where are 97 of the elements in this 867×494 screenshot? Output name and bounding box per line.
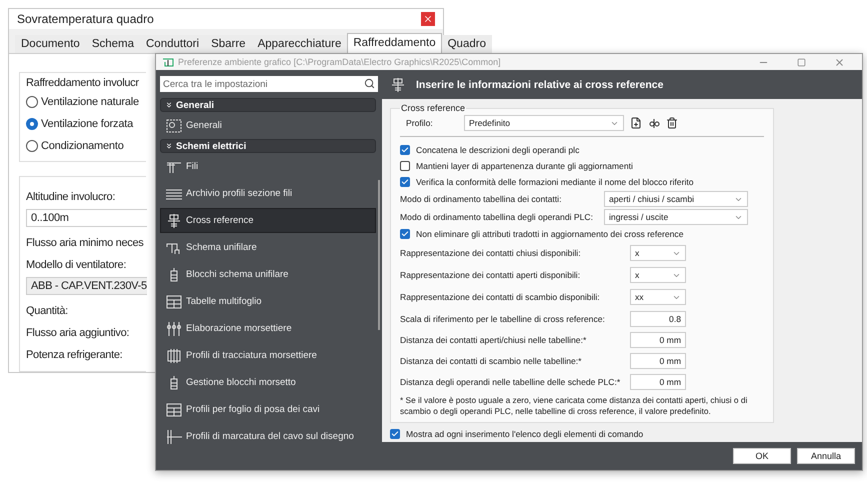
checkbox-label: Verifica la conformità delle formazioni mediante il nome del blocco riferito xyxy=(416,177,694,187)
cross-reference-icon xyxy=(390,78,406,92)
radio-button[interactable] xyxy=(26,140,38,152)
dropdown[interactable]: ingressi / uscite xyxy=(604,209,748,225)
radio-button[interactable] xyxy=(26,96,38,108)
field-label: Flusso aria minimo neces xyxy=(26,237,144,249)
checkbox[interactable] xyxy=(400,177,410,187)
close-icon xyxy=(834,56,844,68)
sidebar-item[interactable]: Profili per foglio di posa dei cavi xyxy=(160,397,376,422)
sidebar-item[interactable]: Profili di marcatura del cavo sul disegno xyxy=(160,424,376,449)
footnote: * Se il valore è posto uguale a zero, viene caricata come distanza dei contatti aperti, chiusi o di scambio o degli operandi PLC, nelle tabelline di cross reference, il valore predefinito. xyxy=(400,395,748,418)
radio-label: Ventilazione forzata xyxy=(41,118,134,130)
group-title: Raffreddamento involucr xyxy=(26,77,139,89)
tab[interactable]: Apparecchiature xyxy=(252,35,348,53)
field-label: Modello di ventilatore: xyxy=(26,259,126,271)
input-field[interactable]: 0 mm xyxy=(630,374,686,390)
sidebar-item[interactable]: Gestione blocchi morsetto xyxy=(160,370,376,395)
ok-button[interactable]: OK xyxy=(733,448,791,464)
field-label: Distanza dei contatti aperti/chiusi nelle tabelline:* xyxy=(400,334,588,344)
cable-icon xyxy=(166,430,182,444)
maximize-icon xyxy=(796,58,806,66)
tab[interactable]: Documento xyxy=(15,35,86,53)
group-title: Cross reference xyxy=(400,103,466,113)
app-icon xyxy=(162,57,174,67)
input-field[interactable]: 0..100m xyxy=(26,209,147,227)
lines-icon xyxy=(166,186,182,200)
page-title: Inserire le informazioni relative ai cross reference xyxy=(416,78,664,90)
checkbox[interactable] xyxy=(400,161,410,171)
sidebar-item[interactable]: Profili di tracciatura morsettiere xyxy=(160,343,376,368)
close-icon xyxy=(423,14,433,24)
field-label: Altitudine involucro: xyxy=(26,191,116,203)
checkbox[interactable] xyxy=(400,145,410,155)
radio-button[interactable] xyxy=(26,118,38,130)
input-field[interactable]: 0.8 xyxy=(630,310,686,326)
new-file-icon[interactable] xyxy=(630,117,642,129)
delete-icon[interactable] xyxy=(666,117,678,129)
radio-label: Condizionamento xyxy=(41,140,124,152)
diagram-icon xyxy=(166,240,182,254)
cancel-button[interactable]: Annulla xyxy=(797,448,855,464)
table-icon xyxy=(166,294,182,308)
sidebar-item[interactable]: Generali xyxy=(160,113,376,138)
search-icon xyxy=(364,78,375,89)
field-label: Rappresentazione dei contatti di scambio disponibili: xyxy=(400,292,601,302)
settings-icon xyxy=(166,118,182,132)
checkbox[interactable] xyxy=(390,429,400,440)
dropdown[interactable]: xx xyxy=(630,289,686,305)
field-label: Profilo: xyxy=(405,118,434,128)
terminal-strip-icon xyxy=(166,348,182,362)
sidebar-item[interactable]: Schema unifilare xyxy=(160,235,376,260)
sidebar-item[interactable]: Fili xyxy=(160,154,376,179)
field-label: Rappresentazione dei contatti chiusi disponibili: xyxy=(400,248,582,258)
close-button[interactable] xyxy=(421,12,435,26)
table-icon xyxy=(166,402,182,416)
tab[interactable]: Sbarre xyxy=(205,35,252,53)
sidebar-item[interactable]: Archivio profili sezione fili xyxy=(160,181,376,206)
sidebar-item[interactable]: Blocchi schema unifilare xyxy=(160,262,376,287)
rename-icon[interactable] xyxy=(648,117,660,129)
dropdown[interactable]: x xyxy=(630,245,686,261)
tab[interactable]: Raffreddamento xyxy=(347,33,442,53)
input-field[interactable]: 0 mm xyxy=(630,332,686,348)
input-field[interactable]: 0 mm xyxy=(630,352,686,368)
field-label: Scala di riferimento per le tabelline di cross reference: xyxy=(400,314,606,324)
dropdown[interactable]: aperti / chiusi / scambi xyxy=(604,191,748,207)
field-label: Flusso aria aggiuntivo: xyxy=(26,327,130,339)
checkbox-label: Non eliminare gli attributi tradotti in aggiornamento dei cross reference xyxy=(416,229,684,239)
cross-reference-icon xyxy=(166,214,182,228)
field-label: Distanza degli operandi nelle tabelline delle schede PLC:* xyxy=(400,376,622,386)
search-field[interactable]: Cerca tra le impostazioni xyxy=(160,76,378,92)
collapse-icon xyxy=(165,101,173,109)
dropdown[interactable]: ABB - CAP.VENT.230V-5 xyxy=(26,277,147,295)
field-label: Potenza refrigerante: xyxy=(26,349,122,361)
checkbox-label: Concatena le descrizioni degli operandi plc xyxy=(416,145,580,155)
window-title: Sovratemperatura quadro xyxy=(17,12,154,26)
collapse-icon xyxy=(165,142,173,150)
terminals-icon xyxy=(166,322,182,336)
field-label: Modo di ordinamento tabellina degli operandi PLC: xyxy=(400,212,594,222)
tab[interactable]: Schema xyxy=(86,35,140,53)
field-label: Quantità: xyxy=(26,305,68,317)
field-label: Modo di ordinamento tabellina dei contatti: xyxy=(400,194,562,204)
scrollbar[interactable] xyxy=(378,180,380,330)
checkbox-label: Mostra ad ogni inserimento l'elenco degli elementi di comando xyxy=(406,429,644,440)
radio-label: Ventilazione naturale xyxy=(41,96,139,108)
sidebar-item[interactable]: Cross reference xyxy=(160,208,376,233)
tab[interactable]: Conduttori xyxy=(140,35,206,53)
profile-dropdown[interactable]: Predefinito xyxy=(464,115,624,131)
checkbox[interactable] xyxy=(400,229,410,239)
tab[interactable]: Quadro xyxy=(442,35,492,53)
field-label: Rappresentazione dei contatti aperti disponibili: xyxy=(400,270,582,280)
section-header[interactable]: Generali xyxy=(160,98,376,112)
section-header[interactable]: Schemi elettrici xyxy=(160,139,376,153)
sidebar-item[interactable]: Tabelle multifoglio xyxy=(160,289,376,314)
dropdown[interactable]: x xyxy=(630,267,686,283)
wires-icon xyxy=(166,160,182,174)
checkbox-label: Mantieni layer di appartenenza durante gli aggiornamenti xyxy=(416,161,633,171)
sidebar-item[interactable]: Elaborazione morsettiere xyxy=(160,316,376,341)
field-label: Distanza dei contatti di scambio nelle tabelline:* xyxy=(400,356,583,366)
window-title: Preferenze ambiente grafico [C:\ProgramData\Electro Graphics\R2025\Common] xyxy=(178,57,502,67)
